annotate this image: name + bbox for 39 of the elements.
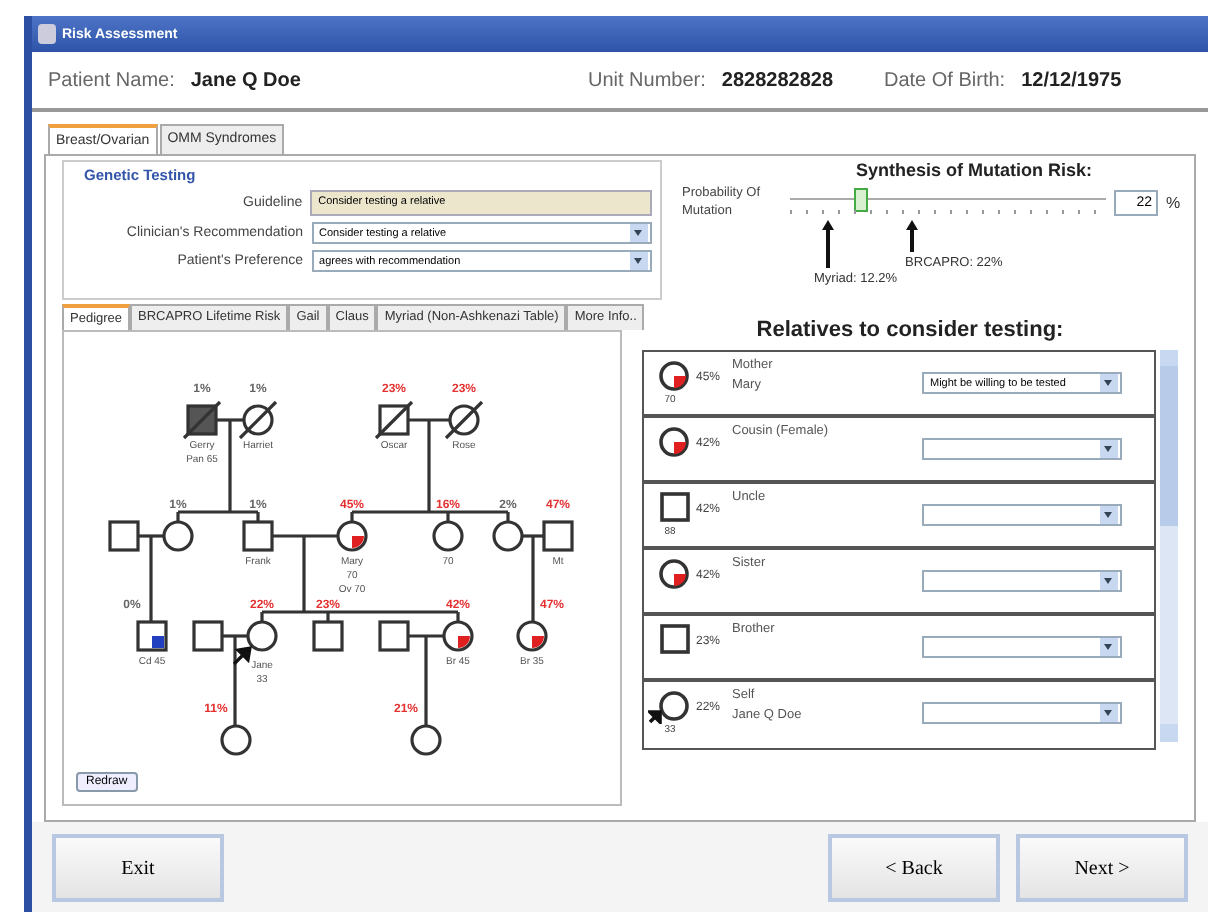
female-symbol[interactable] [336,520,368,552]
up-arrow-icon [822,220,834,268]
next-button[interactable]: Next > [1016,834,1188,902]
male-symbol[interactable] [374,400,414,440]
male-symbol[interactable] [136,620,168,652]
relatives-title: Relatives to consider testing: [756,318,1064,342]
back-button[interactable]: < Back [828,834,1000,902]
field-value: 12/12/1975 [1021,69,1122,91]
female-symbol[interactable] [442,620,474,652]
field-label: Date Of Birth: [884,69,1006,91]
male-symbol[interactable] [108,520,140,552]
scroll-thumb[interactable] [1160,366,1178,526]
female-symbol[interactable] [432,520,464,552]
field-value: 2828282828 [721,69,834,91]
percent-sign: % [1166,193,1181,211]
synthesis-title: Synthesis of Mutation Risk: [853,160,1094,180]
male-symbol[interactable] [312,620,344,652]
female-symbol[interactable] [238,400,278,440]
field-label: Patient Name: [48,69,175,91]
male-symbol[interactable] [378,620,410,652]
female-symbol[interactable] [220,724,252,756]
probability-slider[interactable] [790,186,1106,218]
slider-thumb[interactable] [853,188,868,212]
male-symbol[interactable] [542,520,574,552]
female-symbol[interactable] [162,520,194,552]
male-symbol[interactable] [242,520,274,552]
male-symbol[interactable] [192,620,224,652]
female-symbol[interactable] [444,400,484,440]
exit-button[interactable]: Exit [52,834,224,902]
field-label: Unit Number: [588,69,706,91]
female-symbol[interactable] [492,520,524,552]
female-symbol[interactable] [232,620,278,666]
app-icon [38,24,56,44]
female-symbol[interactable] [410,724,442,756]
scrollbar[interactable] [1160,350,1178,742]
female-symbol[interactable] [516,620,548,652]
field-value: Jane Q Doe [190,69,301,91]
up-arrow-icon [905,220,918,252]
male-symbol[interactable] [182,400,222,440]
